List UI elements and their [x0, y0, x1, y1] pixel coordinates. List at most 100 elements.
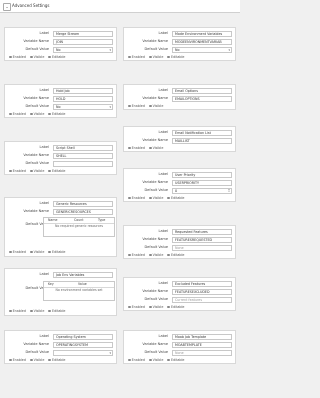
label-input[interactable]: Requested Features	[172, 229, 232, 235]
label-input[interactable]: User Priority	[172, 172, 232, 178]
default-value-input[interactable]: None	[172, 245, 232, 251]
label-input[interactable]: Operating System	[53, 334, 113, 340]
default-value-input[interactable]: None	[172, 350, 232, 356]
label-caption: Label	[158, 88, 168, 92]
radio-visible[interactable]: Visible	[29, 250, 44, 254]
radio-editable[interactable]: Editable	[167, 253, 184, 257]
radio-label: Editable	[52, 358, 66, 362]
variable-name-input[interactable]: JOIN	[53, 39, 113, 45]
label-input[interactable]: Job Env Variables	[53, 272, 113, 278]
radio-enabled[interactable]: Enabled	[128, 196, 145, 200]
radio-enabled[interactable]: Enabled	[128, 55, 145, 59]
label-input[interactable]: Merge Stream	[53, 31, 113, 37]
radio-enabled[interactable]: Enabled	[128, 358, 145, 362]
radio-icon	[29, 169, 33, 173]
label-input[interactable]: Email Notification List	[172, 130, 232, 136]
radio-editable[interactable]: Editable	[48, 250, 65, 254]
radio-enabled[interactable]: Enabled	[128, 104, 145, 108]
default-value-input[interactable]	[53, 161, 113, 167]
field-card-moab-job-template: Label Moab Job Template Variable Name MO…	[123, 330, 236, 364]
radio-group: Enabled Visible Editable	[128, 55, 187, 59]
default-value-select[interactable]: ▾	[53, 350, 113, 356]
default-value-stepper[interactable]: 0 ▴ ▾	[172, 188, 232, 194]
radio-visible[interactable]: Visible	[29, 358, 44, 362]
table-header: Name Count Type	[44, 218, 114, 224]
radio-editable[interactable]: Editable	[48, 55, 65, 59]
radio-editable[interactable]: Editable	[167, 305, 184, 309]
radio-label: Editable	[171, 305, 185, 309]
label-input[interactable]: Moab Job Template	[172, 334, 232, 340]
radio-icon	[29, 112, 33, 116]
radio-icon	[128, 253, 131, 257]
variable-name-input[interactable]: MAILLIST	[172, 138, 232, 144]
variable-name-input[interactable]: EMAILOPTIONS	[172, 96, 232, 102]
radio-enabled[interactable]: Enabled	[128, 305, 145, 309]
label-input[interactable]: Mode Environment Variables	[172, 31, 232, 37]
default-value-caption: Default Value	[25, 161, 49, 165]
radio-icon	[167, 358, 171, 362]
variable-name-input[interactable]: SHELL	[53, 153, 113, 159]
variable-name-input[interactable]: OPERATINGSYSTEM	[53, 342, 113, 348]
radio-visible[interactable]: Visible	[29, 169, 44, 173]
radio-visible[interactable]: Visible	[148, 55, 163, 59]
radio-editable[interactable]: Editable	[48, 112, 65, 116]
radio-visible[interactable]: Visible	[148, 253, 163, 257]
radio-editable[interactable]: Editable	[48, 358, 65, 362]
variable-name-caption: Variable Name	[142, 180, 168, 184]
default-value-select[interactable]: No ▾	[53, 104, 113, 110]
field-card-excluded-features: Label Excluded Features Variable Name FE…	[123, 277, 236, 311]
variable-name-input[interactable]: FEATURESREQUESTED	[172, 237, 232, 243]
stepper-arrows-icon[interactable]: ▴ ▾	[227, 189, 231, 193]
radio-enabled[interactable]: Enabled	[9, 250, 26, 254]
radio-visible[interactable]: Visible	[29, 112, 44, 116]
radio-visible[interactable]: Visible	[148, 146, 163, 150]
default-value-select[interactable]: No ▾	[172, 47, 232, 53]
radio-enabled[interactable]: Enabled	[128, 146, 145, 150]
default-value-input[interactable]: Current features	[172, 297, 232, 303]
advanced-settings-header[interactable]: ⌄ Advanced Settings	[0, 0, 240, 13]
radio-visible[interactable]: Visible	[148, 358, 163, 362]
radio-editable[interactable]: Editable	[167, 55, 184, 59]
variable-name-input[interactable]: HOLD	[53, 96, 113, 102]
label-caption: Label	[39, 272, 49, 276]
radio-visible[interactable]: Visible	[148, 196, 163, 200]
variable-name-input[interactable]: USERPRIORITY	[172, 180, 232, 186]
label-input[interactable]: Script Shell	[53, 145, 113, 151]
radio-group: Enabled Visible Editable	[128, 305, 187, 309]
radio-icon	[9, 169, 12, 173]
radio-label: Editable	[171, 253, 185, 257]
radio-editable[interactable]: Editable	[48, 309, 65, 313]
variable-name-input[interactable]: MODEENVIRONMENTVARIAB	[172, 39, 232, 45]
chevron-down-icon[interactable]: ⌄	[3, 3, 11, 11]
label-input[interactable]: Generic Resources	[53, 201, 113, 207]
radio-enabled[interactable]: Enabled	[9, 309, 26, 313]
radio-visible[interactable]: Visible	[29, 55, 44, 59]
variable-name-input[interactable]: MOABTEMPLATE	[172, 342, 232, 348]
radio-icon	[9, 358, 12, 362]
radio-editable[interactable]: Editable	[48, 169, 65, 173]
radio-enabled[interactable]: Enabled	[128, 253, 145, 257]
radio-editable[interactable]: Editable	[167, 196, 184, 200]
radio-visible[interactable]: Visible	[148, 104, 163, 108]
label-input[interactable]: Email Options	[172, 88, 232, 94]
variable-name-caption: Variable Name	[142, 138, 168, 142]
column-header-key: Key	[48, 282, 54, 286]
variable-name-input[interactable]: FEATURESEXCLUDED	[172, 289, 232, 295]
default-value-select[interactable]: No ▾	[53, 47, 113, 53]
radio-visible[interactable]: Visible	[148, 305, 163, 309]
radio-editable[interactable]: Editable	[167, 358, 184, 362]
radio-enabled[interactable]: Enabled	[9, 112, 26, 116]
radio-label: Editable	[171, 358, 185, 362]
label-input[interactable]: Excluded Features	[172, 281, 232, 287]
radio-enabled[interactable]: Enabled	[9, 358, 26, 362]
select-value: No	[175, 48, 180, 52]
radio-enabled[interactable]: Enabled	[9, 55, 26, 59]
radio-enabled[interactable]: Enabled	[9, 169, 26, 173]
label-caption: Label	[158, 229, 168, 233]
variable-name-input[interactable]: GENERICRESOURCES	[53, 209, 113, 215]
radio-icon	[167, 55, 171, 59]
radio-label: Enabled	[12, 309, 26, 313]
radio-icon	[167, 305, 171, 309]
radio-visible[interactable]: Visible	[29, 309, 44, 313]
label-input[interactable]: Hold Job	[53, 88, 113, 94]
